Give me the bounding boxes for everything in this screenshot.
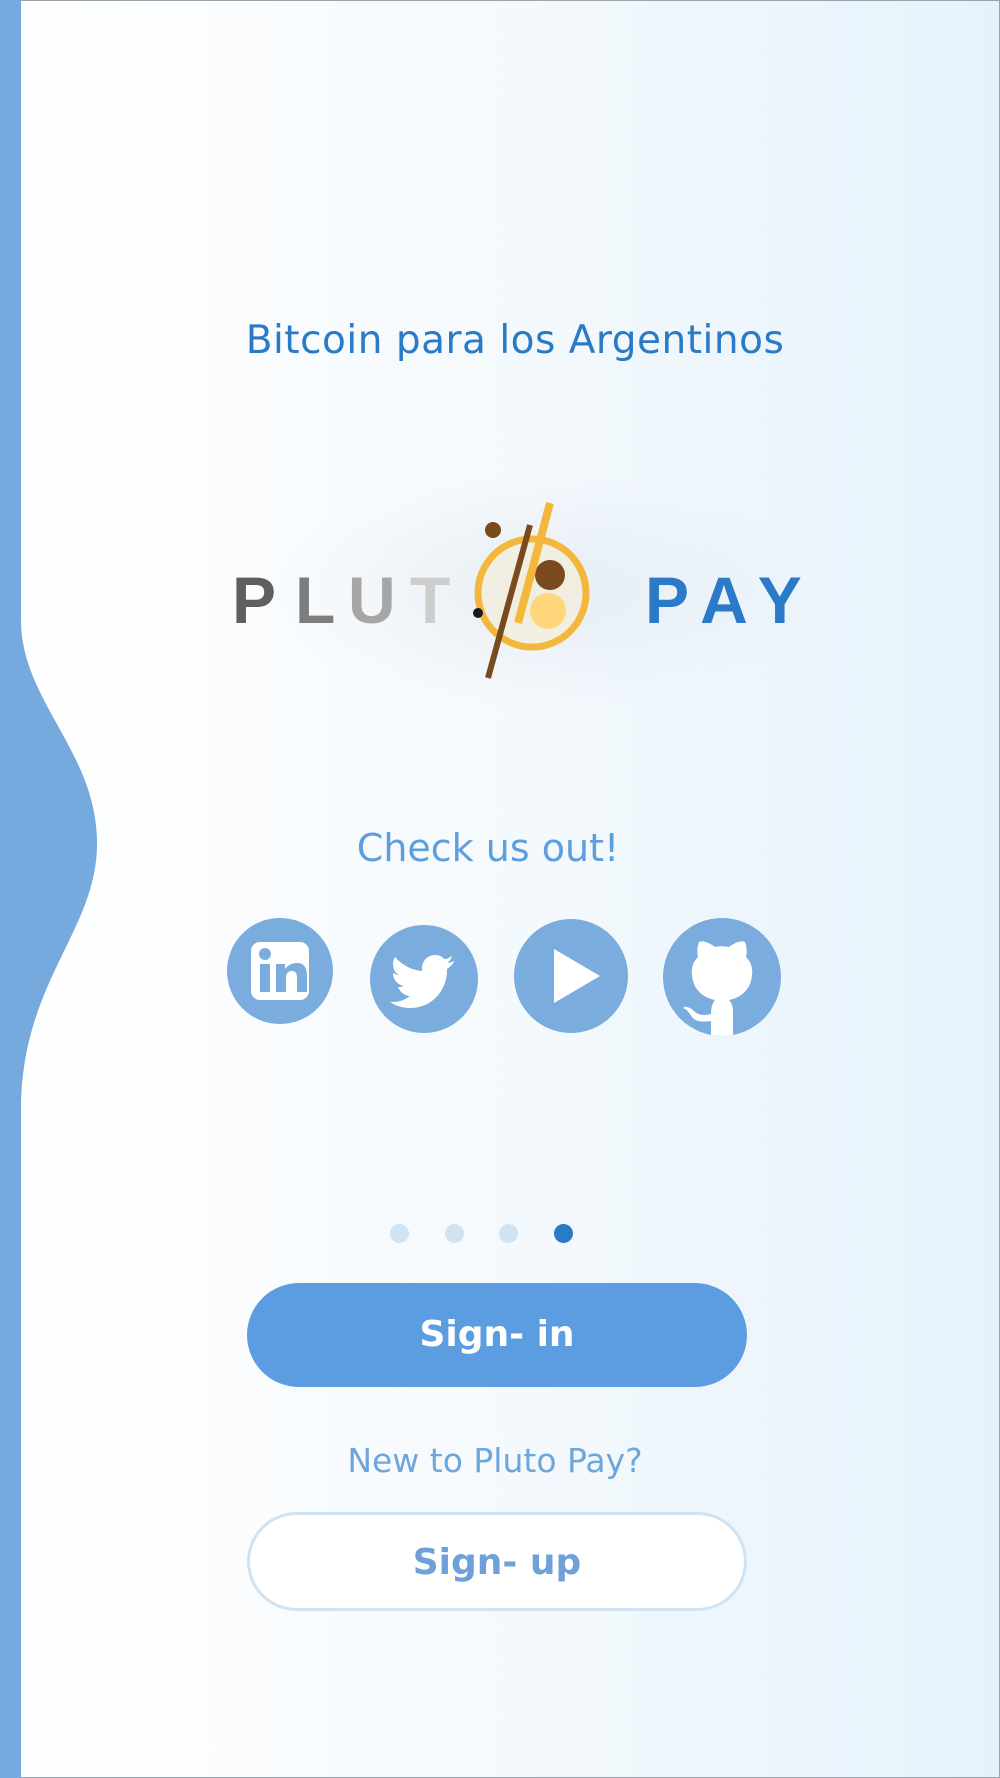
- new-user-prompt: New to Pluto Pay?: [347, 1441, 643, 1480]
- play-icon: [514, 919, 628, 1033]
- pluto-pay-logo: P L U T PAY: [232, 501, 818, 679]
- logo-pay: PAY: [645, 563, 818, 637]
- page-dot-1[interactable]: [390, 1224, 409, 1243]
- logo-l: L: [295, 563, 335, 637]
- logo-t: T: [410, 563, 450, 637]
- coin-small-dot: [485, 522, 501, 538]
- page-dot-4[interactable]: [554, 1224, 573, 1243]
- youtube-link[interactable]: [514, 919, 628, 1033]
- coin-black-dot: [473, 608, 483, 618]
- left-wave-decoration: [0, 0, 98, 1778]
- logo-u: U: [348, 563, 396, 637]
- sign-up-button[interactable]: Sign- up: [247, 1512, 747, 1611]
- linkedin-link[interactable]: [227, 918, 333, 1024]
- check-us-out-heading: Check us out!: [356, 826, 620, 870]
- page-dot-2[interactable]: [445, 1224, 464, 1243]
- tagline: Bitcoin para los Argentinos: [245, 318, 785, 363]
- github-link[interactable]: [663, 918, 781, 1036]
- logo-p: P: [232, 563, 276, 637]
- page-dot-3[interactable]: [499, 1224, 518, 1243]
- coin-brown-dot: [535, 560, 565, 590]
- sign-in-button[interactable]: Sign- in: [247, 1283, 747, 1387]
- coin-gold-dot: [530, 593, 566, 629]
- github-icon: [663, 918, 781, 1036]
- twitter-link[interactable]: [370, 925, 478, 1033]
- twitter-icon: [370, 925, 478, 1033]
- linkedin-icon: [227, 918, 333, 1024]
